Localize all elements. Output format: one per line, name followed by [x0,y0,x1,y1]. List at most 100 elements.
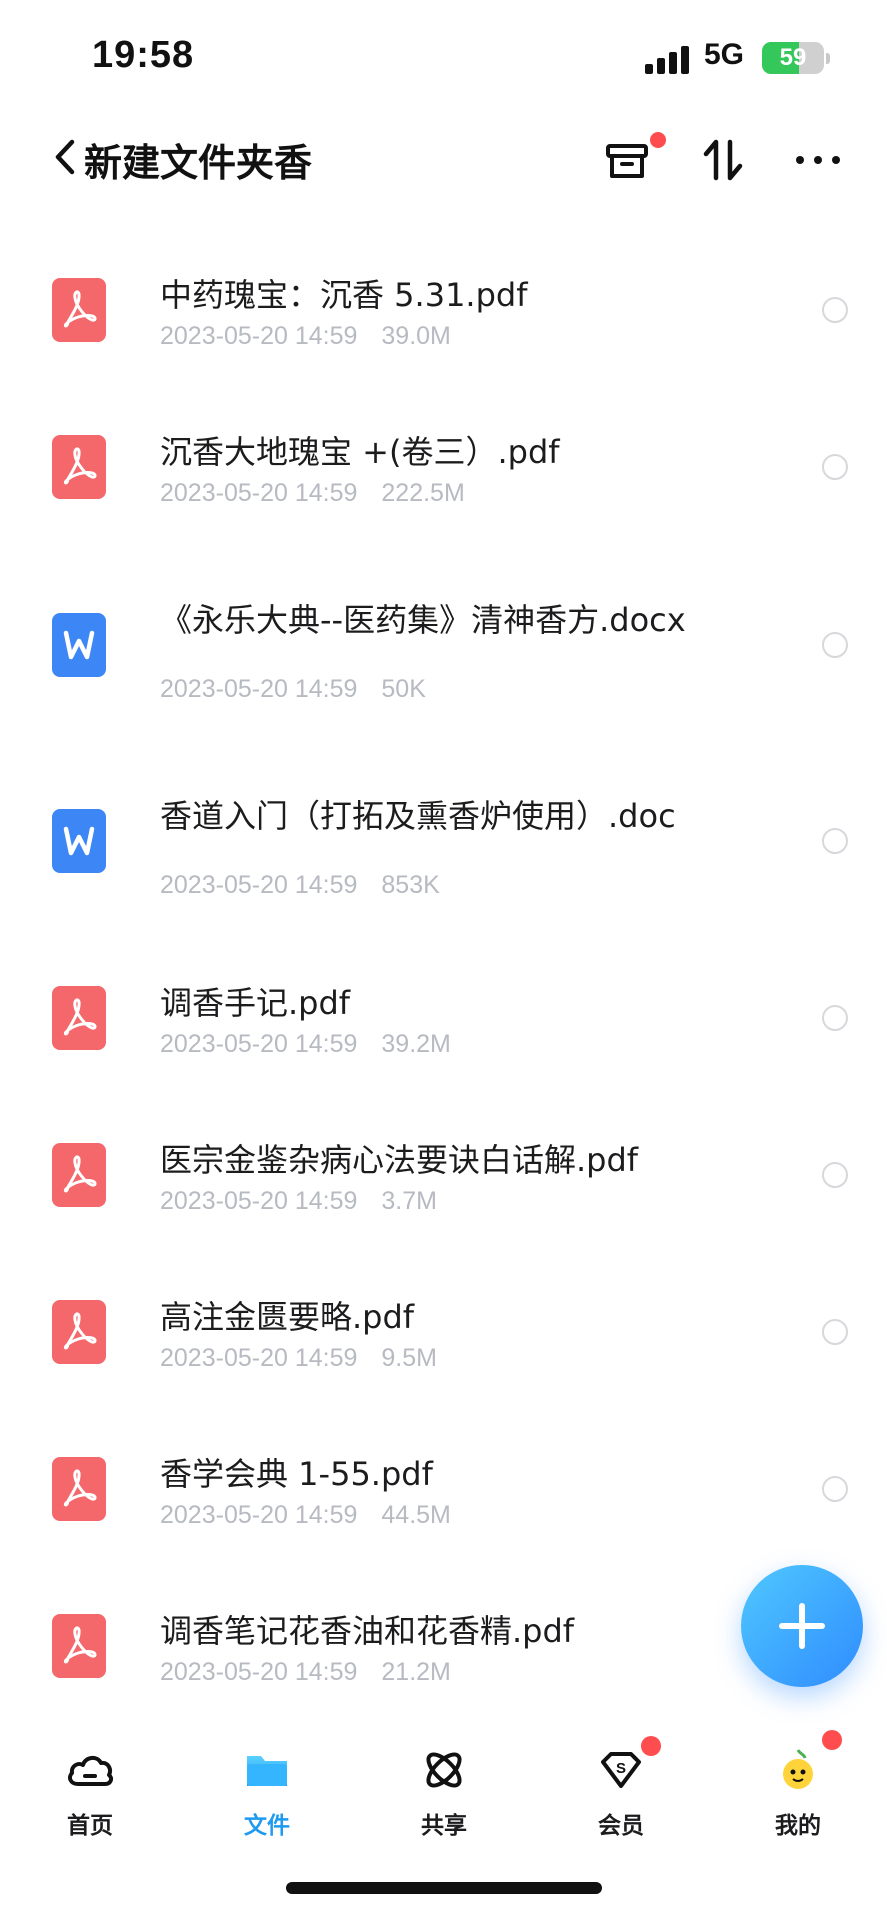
file-date: 2023-05-20 14:59 [160,1344,358,1372]
plus-icon [779,1603,825,1649]
file-size: 21.2M [381,1658,451,1686]
file-size: 44.5M [381,1501,451,1529]
file-row[interactable]: 《永乐大典--医药集》清神香方.docx 2023-05-20 14:59 50K [0,595,887,745]
pdf-file-icon [52,986,106,1050]
back-button[interactable] [48,134,84,180]
tab-bar: 首页 文件 共享 S 会员 我的 [0,1730,887,1850]
file-meta: 2023-05-20 14:59 21.2M [160,1658,451,1687]
battery-icon: 59 [762,42,824,74]
add-button[interactable] [741,1565,863,1687]
file-date: 2023-05-20 14:59 [160,479,358,507]
select-checkbox[interactable] [822,297,848,323]
file-size: 9.5M [381,1344,437,1372]
word-file-icon [52,613,106,677]
select-checkbox[interactable] [822,454,848,480]
network-type: 5G [704,38,745,71]
file-meta: 2023-05-20 14:59 39.0M [160,322,451,351]
file-row[interactable]: 沉香大地瑰宝 +(卷三）.pdf 2023-05-20 14:59 222.5M [0,417,887,567]
sort-button[interactable] [696,132,752,188]
tab-share[interactable]: 共享 [384,1730,504,1840]
share-orbit-icon [426,1752,462,1788]
file-name: 香学会典 1-55.pdf [160,1455,433,1493]
tab-label: 首页 [67,1813,113,1839]
file-date: 2023-05-20 14:59 [160,1501,358,1529]
tab-home[interactable]: 首页 [30,1730,150,1840]
file-size: 39.2M [381,1030,451,1058]
vip-diamond-icon: S [601,1752,641,1788]
select-checkbox[interactable] [822,1319,848,1345]
file-date: 2023-05-20 14:59 [160,322,358,350]
status-time: 19:58 [92,34,195,76]
file-name: 医宗金鉴杂病心法要诀白话解.pdf [160,1141,639,1179]
transfer-button[interactable] [600,132,666,188]
cellular-signal-icon [645,44,691,74]
file-size: 50K [381,675,426,703]
file-meta: 2023-05-20 14:59 50K [160,675,426,704]
tab-label: 文件 [244,1813,290,1839]
pdf-file-icon [52,1614,106,1678]
file-size: 39.0M [381,322,451,350]
battery-cap [826,53,830,64]
notification-badge [650,132,666,148]
pdf-file-icon [52,435,106,499]
tab-label: 我的 [775,1813,821,1839]
file-date: 2023-05-20 14:59 [160,675,358,703]
file-row[interactable]: 中药瑰宝：沉香 5.31.pdf 2023-05-20 14:59 39.0M [0,260,887,410]
file-meta: 2023-05-20 14:59 3.7M [160,1187,437,1216]
select-checkbox[interactable] [822,632,848,658]
file-name: 香道入门（打拓及熏香炉使用）.doc [160,797,676,835]
file-date: 2023-05-20 14:59 [160,1030,358,1058]
tab-label: 共享 [421,1813,467,1839]
file-name: 调香手记.pdf [160,984,351,1022]
file-name: 调香笔记花香油和花香精.pdf [160,1612,575,1650]
file-row[interactable]: 医宗金鉴杂病心法要诀白话解.pdf 2023-05-20 14:59 3.7M [0,1125,887,1275]
page-title: 新建文件夹香 [84,141,313,185]
file-date: 2023-05-20 14:59 [160,871,358,899]
word-file-icon [52,809,106,873]
sort-icon [703,139,743,181]
select-checkbox[interactable] [822,1476,848,1502]
more-icon [796,156,840,164]
tab-label: 会员 [598,1813,644,1839]
battery-level: 59 [779,44,807,71]
tab-vip[interactable]: S 会员 [561,1730,681,1840]
file-row[interactable]: 香道入门（打拓及熏香炉使用）.doc 2023-05-20 14:59 853K [0,791,887,941]
file-size: 853K [381,871,440,899]
file-meta: 2023-05-20 14:59 44.5M [160,1501,451,1530]
file-name: 中药瑰宝：沉香 5.31.pdf [160,276,528,314]
folder-icon [247,1756,287,1786]
nav-bar: 新建文件夹香 [0,118,887,198]
pdf-file-icon [52,278,106,342]
more-button[interactable] [790,132,846,188]
transfer-box-icon [606,144,648,178]
status-bar: 19:58 5G 59 [0,0,887,110]
file-meta: 2023-05-20 14:59 39.2M [160,1030,451,1059]
file-size: 3.7M [381,1187,437,1215]
pdf-file-icon [52,1143,106,1207]
mascot-avatar-icon [783,1749,813,1789]
file-meta: 2023-05-20 14:59 853K [160,871,440,900]
file-name: 高注金匮要略.pdf [160,1298,415,1336]
file-size: 222.5M [381,479,465,507]
pdf-file-icon [52,1300,106,1364]
notification-badge [822,1730,842,1750]
file-meta: 2023-05-20 14:59 222.5M [160,479,465,508]
file-row[interactable]: 调香手记.pdf 2023-05-20 14:59 39.2M [0,968,887,1118]
tab-me[interactable]: 我的 [738,1730,858,1840]
file-name: 《永乐大典--医药集》清神香方.docx [160,601,686,639]
select-checkbox[interactable] [822,1162,848,1188]
select-checkbox[interactable] [822,1005,848,1031]
home-indicator [286,1882,602,1894]
file-name: 沉香大地瑰宝 +(卷三）.pdf [160,433,560,471]
chevron-left-icon [55,139,75,175]
notification-badge [641,1736,661,1756]
file-date: 2023-05-20 14:59 [160,1658,358,1686]
svg-text:S: S [616,1760,626,1777]
file-meta: 2023-05-20 14:59 9.5M [160,1344,437,1373]
tab-files[interactable]: 文件 [207,1730,327,1840]
pdf-file-icon [52,1457,106,1521]
file-row[interactable]: 高注金匮要略.pdf 2023-05-20 14:59 9.5M [0,1282,887,1432]
select-checkbox[interactable] [822,828,848,854]
cloud-icon [68,1756,114,1786]
file-date: 2023-05-20 14:59 [160,1187,358,1215]
